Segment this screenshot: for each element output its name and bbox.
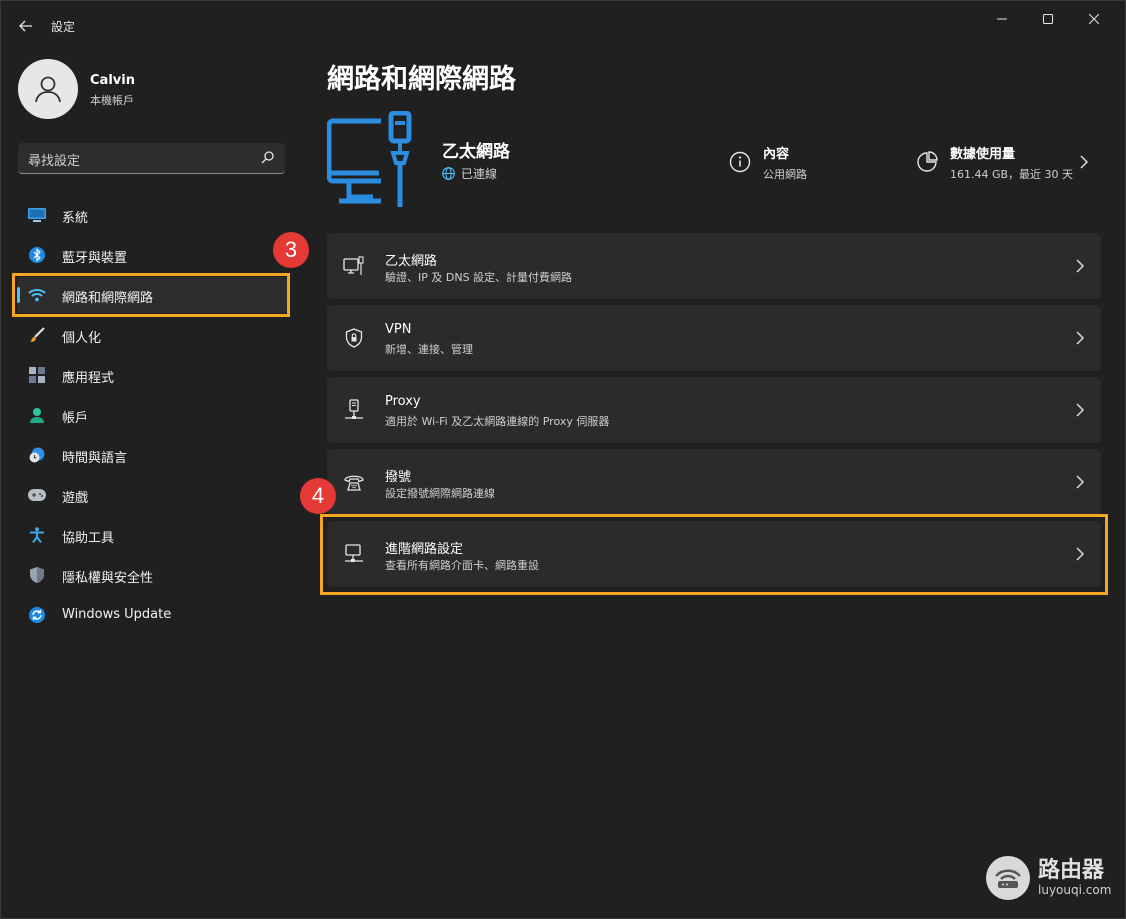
properties-subtitle: 公用網路 bbox=[763, 168, 807, 181]
card-title: 乙太網路 bbox=[385, 254, 438, 269]
ethernet-monitor-icon bbox=[327, 111, 412, 207]
connection-status-text: 已連線 bbox=[461, 167, 498, 181]
close-icon bbox=[1089, 14, 1099, 24]
sidebar-item-personalization[interactable]: 個人化 bbox=[17, 317, 287, 353]
card-title: Proxy bbox=[385, 394, 421, 409]
sidebar-item-label: Windows Update bbox=[62, 607, 172, 622]
proxy-card[interactable]: Proxy 適用於 Wi-Fi 及乙太網路連線的 Proxy 伺服器 bbox=[327, 377, 1101, 443]
chevron-right-icon bbox=[1076, 475, 1084, 489]
settings-window: 設定 Calvin 本機帳戶 尋找設定 系統 藍牙與裝置 網路和網際網路 個人化… bbox=[0, 0, 1126, 919]
profile-account-type: 本機帳戶 bbox=[90, 94, 134, 107]
maximize-icon bbox=[1043, 14, 1053, 24]
sidebar-item-label: 協助工具 bbox=[62, 531, 115, 546]
bluetooth-icon bbox=[28, 246, 46, 264]
update-icon bbox=[28, 606, 46, 624]
search-icon bbox=[261, 151, 274, 164]
watermark-cn: 路由器 bbox=[1038, 858, 1105, 883]
card-subtitle: 新增、連接、管理 bbox=[385, 343, 473, 356]
chevron-right-icon bbox=[1076, 331, 1084, 345]
sidebar-item-label: 應用程式 bbox=[62, 371, 115, 386]
sidebar-item-label: 系統 bbox=[62, 211, 89, 226]
watermark-en: luyouqi.com bbox=[1038, 883, 1112, 897]
ethernet-icon bbox=[343, 255, 365, 277]
sidebar-item-time-language[interactable]: 時間與語言 bbox=[17, 437, 287, 473]
sidebar-item-gaming[interactable]: 遊戲 bbox=[17, 477, 287, 513]
profile-name: Calvin bbox=[90, 73, 135, 88]
router-logo-icon bbox=[986, 856, 1030, 900]
sidebar-nav: 系統 藍牙與裝置 網路和網際網路 個人化 應用程式 帳戶 時間與語言 遊戲 協助… bbox=[17, 197, 287, 637]
back-arrow-icon bbox=[19, 20, 32, 32]
card-subtitle: 設定撥號網際網路連線 bbox=[385, 487, 495, 500]
shield-icon bbox=[28, 566, 46, 584]
title-bar: 設定 bbox=[1, 1, 1125, 49]
sidebar-item-accessibility[interactable]: 協助工具 bbox=[17, 517, 287, 553]
step-badge-3: 3 bbox=[273, 232, 309, 268]
pie-chart-icon bbox=[917, 151, 938, 172]
dialup-icon bbox=[343, 471, 365, 493]
step-badge-4: 4 bbox=[300, 478, 336, 514]
properties-link[interactable]: 內容 公用網路 bbox=[729, 143, 807, 182]
search-input[interactable]: 尋找設定 bbox=[28, 150, 80, 169]
data-usage-subtitle: 161.44 GB，最近 30 天 bbox=[950, 168, 1074, 181]
data-usage-link[interactable]: 數據使用量 161.44 GB，最近 30 天 bbox=[916, 143, 1073, 182]
sidebar-item-label: 遊戲 bbox=[62, 491, 89, 506]
sidebar-item-label: 藍牙與裝置 bbox=[62, 251, 128, 266]
sidebar-item-label: 個人化 bbox=[62, 331, 102, 346]
close-button[interactable] bbox=[1071, 5, 1117, 33]
search-box[interactable]: 尋找設定 bbox=[18, 143, 285, 174]
sidebar-item-label: 隱私權與安全性 bbox=[62, 571, 154, 586]
chevron-right-icon bbox=[1076, 259, 1084, 273]
minimize-icon bbox=[997, 18, 1007, 20]
vpn-card[interactable]: VPN 新增、連接、管理 bbox=[327, 305, 1101, 371]
sidebar-item-label: 帳戶 bbox=[62, 411, 89, 426]
accessibility-icon bbox=[28, 526, 46, 544]
connection-status: 已連線 bbox=[442, 165, 497, 182]
maximize-button[interactable] bbox=[1025, 5, 1071, 33]
avatar[interactable] bbox=[18, 59, 78, 119]
gamepad-icon bbox=[28, 486, 46, 504]
person-icon bbox=[28, 406, 46, 424]
sidebar-item-windows-update[interactable]: Windows Update bbox=[17, 597, 287, 633]
card-title: 撥號 bbox=[385, 470, 412, 485]
apps-icon bbox=[28, 366, 46, 384]
page-title: 網路和網際網路 bbox=[327, 64, 516, 95]
info-icon bbox=[729, 151, 751, 173]
card-subtitle: 適用於 Wi-Fi 及乙太網路連線的 Proxy 伺服器 bbox=[385, 415, 610, 428]
person-avatar-icon bbox=[35, 76, 61, 103]
chevron-right-icon bbox=[1076, 403, 1084, 417]
watermark: 路由器 luyouqi.com bbox=[986, 856, 1111, 900]
sidebar-item-privacy[interactable]: 隱私權與安全性 bbox=[17, 557, 287, 593]
vpn-shield-icon bbox=[343, 327, 365, 349]
monitor-icon bbox=[28, 206, 46, 224]
window-title: 設定 bbox=[51, 20, 76, 34]
ethernet-settings-card[interactable]: 乙太網路 驗證、IP 及 DNS 設定、計量付費網路 bbox=[327, 233, 1101, 299]
highlight-box-network bbox=[12, 273, 290, 317]
connection-name: 乙太網路 bbox=[442, 142, 510, 162]
card-subtitle: 驗證、IP 及 DNS 設定、計量付費網路 bbox=[385, 271, 573, 284]
data-usage-title: 數據使用量 bbox=[950, 147, 1016, 162]
sidebar-item-label: 時間與語言 bbox=[62, 451, 128, 466]
sidebar-item-apps[interactable]: 應用程式 bbox=[17, 357, 287, 393]
sidebar-item-bluetooth[interactable]: 藍牙與裝置 bbox=[17, 237, 287, 273]
minimize-button[interactable] bbox=[979, 5, 1025, 33]
highlight-box-advanced bbox=[320, 514, 1108, 595]
dialup-card[interactable]: 撥號 設定撥號網際網路連線 bbox=[327, 449, 1101, 515]
sidebar-item-accounts[interactable]: 帳戶 bbox=[17, 397, 287, 433]
proxy-icon bbox=[343, 399, 365, 421]
brush-icon bbox=[28, 326, 46, 344]
sidebar-item-system[interactable]: 系統 bbox=[17, 197, 287, 233]
chevron-right-icon[interactable] bbox=[1079, 154, 1089, 170]
clock-globe-icon bbox=[28, 446, 46, 464]
back-button[interactable] bbox=[13, 13, 39, 39]
globe-icon bbox=[442, 167, 455, 180]
card-title: VPN bbox=[385, 322, 412, 337]
properties-title: 內容 bbox=[763, 147, 790, 162]
